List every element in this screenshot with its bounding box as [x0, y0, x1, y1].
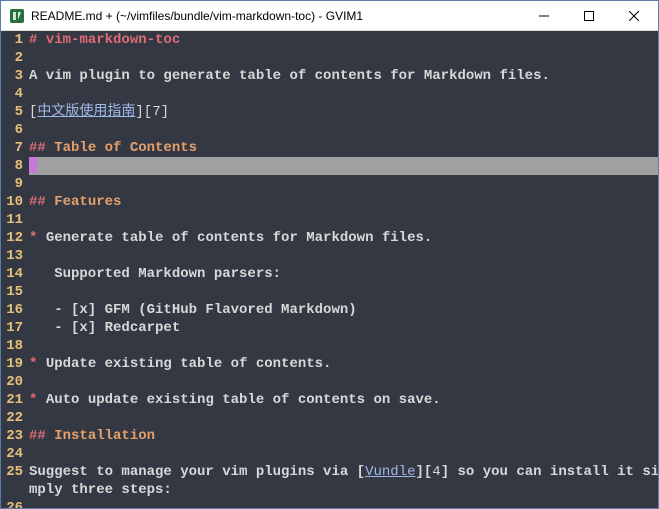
line-number: 4: [1, 85, 29, 103]
line-number: 1: [1, 31, 29, 49]
line-number: 10: [1, 193, 29, 211]
line-number: 9: [1, 175, 29, 193]
line-number: 22: [1, 409, 29, 427]
editor-line: 23## Installation: [1, 427, 658, 445]
editor-line: 13: [1, 247, 658, 265]
editor-line: 21* Auto update existing table of conten…: [1, 391, 658, 409]
editor-line: 22: [1, 409, 658, 427]
link-chinese-guide: 中文版使用指南: [37, 104, 135, 120]
maximize-icon: [584, 11, 594, 21]
line-number: 17: [1, 319, 29, 337]
line-number: 16: [1, 301, 29, 319]
editor-line: 26: [1, 499, 658, 508]
editor-line: 25Suggest to manage your vim plugins via…: [1, 463, 658, 481]
editor-line: mply three steps:: [1, 481, 658, 499]
editor-line: 15: [1, 283, 658, 301]
line-number: [1, 481, 29, 499]
editor-area[interactable]: 1# vim-markdown-toc 2 3A vim plugin to g…: [1, 31, 658, 508]
editor-line: 11: [1, 211, 658, 229]
editor-line: 14 Supported Markdown parsers:: [1, 265, 658, 283]
line-number: 8: [1, 157, 29, 175]
line-number: 2: [1, 49, 29, 67]
minimize-button[interactable]: [521, 2, 566, 30]
line-number: 11: [1, 211, 29, 229]
line-number: 20: [1, 373, 29, 391]
editor-line: 24: [1, 445, 658, 463]
editor-line: 19* Update existing table of contents.: [1, 355, 658, 373]
editor-line: 20: [1, 373, 658, 391]
editor-line: 6: [1, 121, 658, 139]
link-vundle: Vundle: [365, 464, 415, 480]
editor-line: 12* Generate table of contents for Markd…: [1, 229, 658, 247]
line-number: 3: [1, 67, 29, 85]
line-number: 7: [1, 139, 29, 157]
editor-line: 10## Features: [1, 193, 658, 211]
editor-line: 1# vim-markdown-toc: [1, 31, 658, 49]
maximize-button[interactable]: [566, 2, 611, 30]
line-number: 26: [1, 499, 29, 508]
line-number: 23: [1, 427, 29, 445]
editor-line: 2: [1, 49, 658, 67]
line-number: 5: [1, 103, 29, 121]
line-number: 19: [1, 355, 29, 373]
editor-line: 18: [1, 337, 658, 355]
line-number: 14: [1, 265, 29, 283]
editor-line: 16 - [x] GFM (GitHub Flavored Markdown): [1, 301, 658, 319]
editor-line: 7## Table of Contents: [1, 139, 658, 157]
line-number: 13: [1, 247, 29, 265]
editor-line: 3A vim plugin to generate table of conte…: [1, 67, 658, 85]
line-number: 25: [1, 463, 29, 481]
editor-line: 17 - [x] Redcarpet: [1, 319, 658, 337]
close-icon: [629, 11, 639, 21]
editor-line: 4: [1, 85, 658, 103]
line-number: 12: [1, 229, 29, 247]
cursor: [29, 157, 37, 173]
window-titlebar: README.md + (~/vimfiles/bundle/vim-markd…: [1, 1, 658, 31]
window-controls: [521, 2, 656, 30]
editor-cursor-line: 8: [1, 157, 658, 175]
line-number: 18: [1, 337, 29, 355]
close-button[interactable]: [611, 2, 656, 30]
line-number: 21: [1, 391, 29, 409]
line-number: 24: [1, 445, 29, 463]
line-number: 15: [1, 283, 29, 301]
gvim-icon: [9, 8, 25, 24]
editor-line: 9: [1, 175, 658, 193]
line-number: 6: [1, 121, 29, 139]
window-title: README.md + (~/vimfiles/bundle/vim-markd…: [31, 9, 521, 23]
minimize-icon: [539, 11, 549, 21]
editor-line: 5[中文版使用指南][7]: [1, 103, 658, 121]
